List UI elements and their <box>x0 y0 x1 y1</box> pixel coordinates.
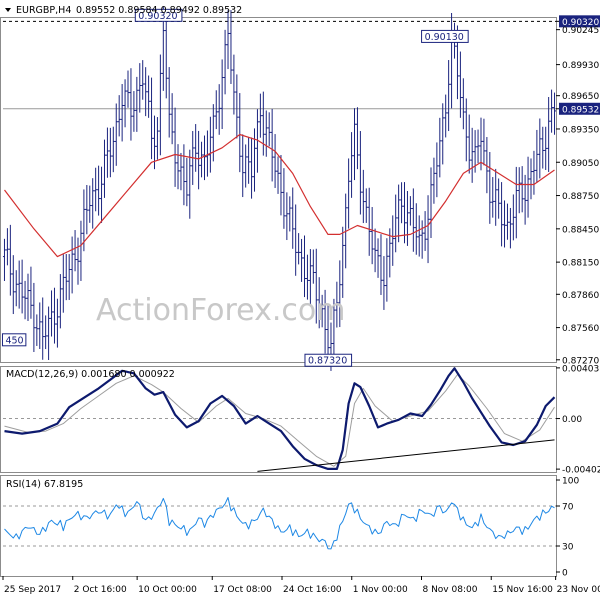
rsi-tick-label: 100 <box>562 477 579 487</box>
time-tick-label: 25 Sep 2017 <box>4 585 61 595</box>
macd-tick-label: 0.00403 <box>562 364 599 374</box>
rsi-tick-label: 30 <box>562 543 574 553</box>
price-annotation-label: 450 <box>5 335 23 346</box>
time-tick-label: 23 Nov 00:00 <box>557 585 600 595</box>
price-tick-label: 0.88150 <box>562 259 599 269</box>
price-tick-label: 0.88750 <box>562 192 599 202</box>
price-tick-label: 0.89650 <box>562 92 599 102</box>
macd-signal-line <box>4 374 555 467</box>
time-tick-label: 10 Oct 00:00 <box>138 585 197 595</box>
time-axis: 25 Sep 2017 2 Oct 16:00 10 Oct 00:00 17 Oct… <box>2 576 600 595</box>
price-tick-label: 0.89350 <box>562 125 599 135</box>
rsi-title: RSI(14) 67.8195 <box>6 479 83 490</box>
time-tick-label: 2 Oct 16:00 <box>74 585 127 595</box>
time-tick-label: 15 Nov 16:00 <box>492 585 553 595</box>
price-tick-label: 0.88450 <box>562 225 599 235</box>
price-tick-label: 0.90245 <box>562 26 599 36</box>
price-annotation-label: 0.87320 <box>308 356 347 367</box>
chart-window: 0.90320 0.90245 0.89930 0.89650 0.89532 0.893… <box>0 0 600 600</box>
rsi-line <box>4 497 555 550</box>
watermark-text: ActionForex.com <box>96 293 345 328</box>
price-tick-label: 0.89050 <box>562 159 599 169</box>
symbol-timeframe: EURGBP,H4 <box>16 5 71 16</box>
time-tick-label: 8 Nov 08:00 <box>422 585 477 595</box>
price-tick-label: 0.87860 <box>562 291 599 301</box>
ohlc-values: 0.89552 0.89584 0.89492 0.89532 <box>76 5 242 16</box>
macd-panel: 0.00403 0.00 -0.004021 <box>3 364 600 476</box>
rsi-tick-label: 70 <box>562 503 574 513</box>
dropdown-triangle-icon[interactable] <box>5 8 11 12</box>
price-tick-label: 0.87560 <box>562 324 599 334</box>
rsi-panel: 70 30 100 0 <box>3 477 579 579</box>
time-tick-label: 1 Nov 00:00 <box>353 585 408 595</box>
time-tick-label: 24 Oct 16:00 <box>283 585 342 595</box>
forex-chart-svg: 0.903200.902450.899300.896500.895320.893… <box>0 5 600 595</box>
price-tick-label: 0.89532 <box>562 105 599 115</box>
macd-title: MACD(12,26,9) 0.001680 0.000922 <box>6 369 175 380</box>
macd-tick-label: -0.004021 <box>562 466 600 476</box>
rsi-tick-label: 0 <box>562 569 568 579</box>
macd-tick-label: 0.00 <box>562 415 582 425</box>
macd-panel-border <box>0 366 557 473</box>
price-annotation-label: 0.90130 <box>425 32 464 43</box>
time-tick-label: 17 Oct 08:00 <box>213 585 272 595</box>
price-tick-label: 0.89930 <box>562 61 599 71</box>
